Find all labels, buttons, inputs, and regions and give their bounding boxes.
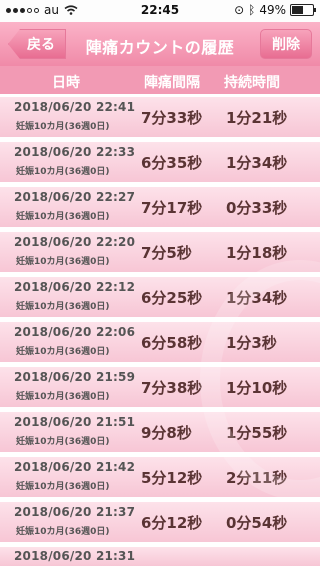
row-pregnancy-week: 妊娠10カ月(36週0日) [16,437,110,447]
row-interval: 7分17秒 [141,199,203,217]
row-interval: 9分8秒 [141,424,192,442]
row-duration: 1分21秒 [226,109,288,127]
row-pregnancy-week: 妊娠10カ月(36週0日) [16,392,110,402]
row-pregnancy-week: 妊娠10カ月(36週0日) [16,167,110,177]
bluetooth-icon: ᛒ [248,3,256,17]
history-row[interactable]: 2018/06/20 22:20 妊娠10カ月(36週0日) 7分5秒 1分18… [0,231,320,272]
row-duration: 0分33秒 [226,199,288,217]
row-datetime: 2018/06/20 22:06 [14,325,136,339]
row-interval: 6分12秒 [141,514,203,532]
history-row[interactable]: 2018/06/20 21:59 妊娠10カ月(36週0日) 7分38秒 1分1… [0,366,320,407]
header-interval: 陣痛間隔 [144,75,200,91]
status-right: ⊙ ᛒ 49% [234,3,316,17]
row-interval: 6分25秒 [141,289,203,307]
row-pregnancy-week: 妊娠10カ月(36週0日) [16,257,110,267]
header-duration: 持続時間 [224,75,280,91]
history-row[interactable]: 2018/06/20 21:42 妊娠10カ月(36週0日) 5分12秒 2分1… [0,456,320,497]
history-row[interactable]: 2018/06/20 22:27 妊娠10カ月(36週0日) 7分17秒 0分3… [0,186,320,227]
row-pregnancy-week: 妊娠10カ月(36週0日) [16,347,110,357]
row-duration: 1分3秒 [226,334,277,352]
nav-bar: 戻る 陣痛カウントの履歴 削除 [0,22,320,66]
battery-percent: 49% [259,3,286,17]
row-datetime: 2018/06/20 22:12 [14,280,136,294]
row-datetime: 2018/06/20 21:42 [14,460,136,474]
row-pregnancy-week: 妊娠10カ月(36週0日) [16,482,110,492]
row-pregnancy-week: 妊娠10カ月(36週0日) [16,212,110,222]
row-pregnancy-week: 妊娠10カ月(36週0日) [16,122,110,132]
header-datetime: 日時 [52,75,80,91]
row-datetime: 2018/06/20 22:27 [14,190,136,204]
row-datetime: 2018/06/20 21:37 [14,505,136,519]
delete-button[interactable]: 削除 [260,29,312,59]
row-duration: 0分54秒 [226,514,288,532]
history-row-partial[interactable]: 2018/06/20 21:31 [0,546,320,566]
status-bar: au 22:45 ⊙ ᛒ 49% [0,0,320,22]
history-row[interactable]: 2018/06/20 21:51 妊娠10カ月(36週0日) 9分8秒 1分55… [0,411,320,452]
row-pregnancy-week: 妊娠10カ月(36週0日) [16,302,110,312]
history-row[interactable]: 2018/06/20 22:12 妊娠10カ月(36週0日) 6分25秒 1分3… [0,276,320,317]
row-duration: 1分34秒 [226,154,288,172]
battery-icon [290,4,316,16]
table-header: 日時 陣痛間隔 持続時間 [0,66,320,94]
row-interval: 6分35秒 [141,154,203,172]
row-interval: 7分38秒 [141,379,203,397]
row-datetime: 2018/06/20 22:33 [14,145,136,159]
row-interval: 6分58秒 [141,334,203,352]
row-interval: 7分33秒 [141,109,203,127]
history-row[interactable]: 2018/06/20 21:37 妊娠10カ月(36週0日) 6分12秒 0分5… [0,501,320,542]
row-duration: 2分11秒 [226,469,288,487]
row-duration: 1分55秒 [226,424,288,442]
row-pregnancy-week: 妊娠10カ月(36週0日) [16,527,110,537]
history-row[interactable]: 2018/06/20 22:33 妊娠10カ月(36週0日) 6分35秒 1分3… [0,141,320,182]
history-row[interactable]: 2018/06/20 22:41 妊娠10カ月(36週0日) 7分33秒 1分2… [0,96,320,137]
row-interval: 7分5秒 [141,244,192,262]
row-datetime: 2018/06/20 21:31 [14,549,136,563]
row-duration: 1分10秒 [226,379,288,397]
row-datetime: 2018/06/20 22:20 [14,235,136,249]
row-interval: 5分12秒 [141,469,203,487]
row-duration: 1分34秒 [226,289,288,307]
row-datetime: 2018/06/20 22:41 [14,100,136,114]
orientation-lock-icon: ⊙ [234,3,245,17]
history-row[interactable]: 2018/06/20 22:06 妊娠10カ月(36週0日) 6分58秒 1分3… [0,321,320,362]
app-screen: au 22:45 ⊙ ᛒ 49% 戻る 陣痛カウントの履歴 削除 日時 陣痛間隔… [0,0,320,570]
row-datetime: 2018/06/20 21:59 [14,370,136,384]
row-duration: 1分18秒 [226,244,288,262]
history-list[interactable]: 2018/06/20 22:41 妊娠10カ月(36週0日) 7分33秒 1分2… [0,96,320,570]
row-datetime: 2018/06/20 21:51 [14,415,136,429]
